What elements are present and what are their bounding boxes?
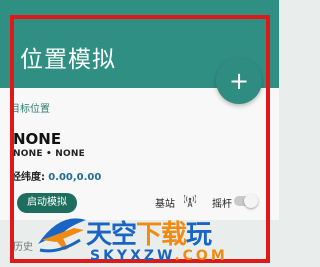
watermark-brand-blue: 天空	[86, 220, 137, 250]
toggle-knob	[244, 194, 258, 208]
joystick-label: 摇杆	[212, 199, 232, 210]
watermark-domain-blue: SKYXZW	[90, 248, 175, 264]
watermark-brand-orange: 下载	[136, 220, 187, 250]
plus-icon: +	[228, 67, 250, 95]
watermark-domain: SKYXZW.COM	[90, 248, 228, 264]
antenna-icon[interactable]	[184, 194, 196, 208]
add-location-button[interactable]: +	[216, 58, 262, 104]
status-bar	[0, 0, 279, 10]
watermark: 天空下载玩 SKYXZW.COM	[18, 210, 278, 267]
coordinates-value: 0.00,0.00	[48, 172, 102, 183]
joystick-toggle[interactable]	[234, 194, 258, 208]
target-label: 目标位置	[10, 104, 50, 115]
coordinates-label: 经纬度:	[11, 172, 45, 183]
watermark-brand: 天空下载玩	[86, 214, 212, 251]
watermark-domain-orange: .COM	[174, 248, 228, 264]
base-station-label: 基站	[155, 199, 175, 210]
place-name: NONE	[13, 130, 62, 148]
place-subtitle: NONE • NONE	[13, 149, 85, 159]
airplane-logo-icon	[38, 218, 86, 253]
page-title: 位置模拟	[20, 47, 116, 73]
coordinates: 经纬度: 0.00,0.00	[11, 168, 101, 183]
watermark-brand-tail: 玩	[186, 220, 212, 250]
